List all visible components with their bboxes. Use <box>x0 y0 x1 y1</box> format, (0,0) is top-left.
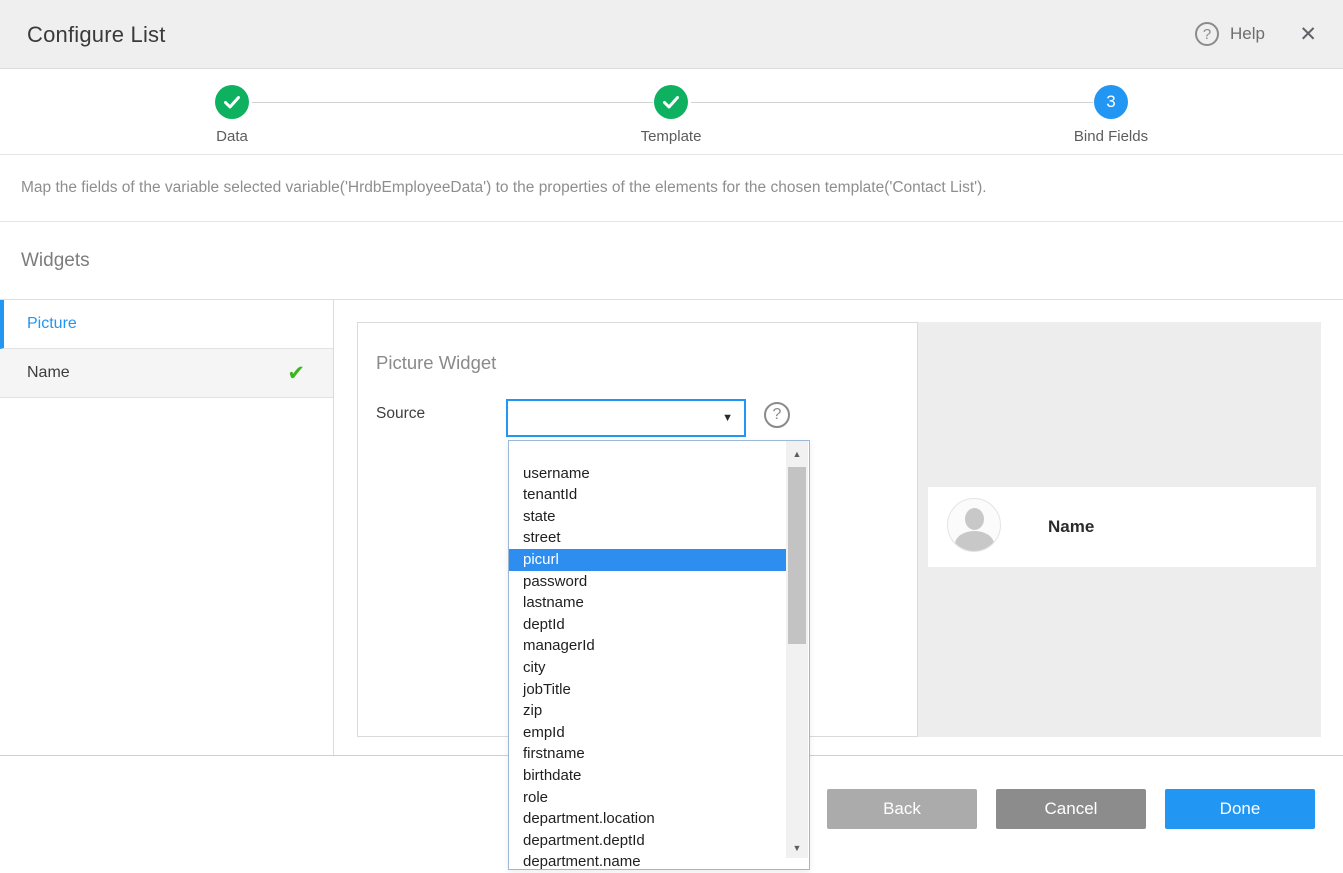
dropdown-options: username tenantId state street picurl pa… <box>509 441 788 873</box>
help-button[interactable]: ? Help <box>1195 22 1265 46</box>
step-done-icon <box>654 85 688 119</box>
template-preview: Name <box>918 322 1321 737</box>
help-label: Help <box>1230 24 1265 44</box>
dropdown-option[interactable]: picurl <box>509 549 788 571</box>
dropdown-option[interactable]: empId <box>509 722 788 744</box>
source-label: Source <box>376 405 425 423</box>
question-icon: ? <box>773 406 782 424</box>
dropdown-option[interactable]: street <box>509 527 788 549</box>
close-icon[interactable]: ✕ <box>1299 24 1317 45</box>
dropdown-scrollbar[interactable]: ▲ ▼ <box>786 441 808 858</box>
scroll-down-icon[interactable]: ▼ <box>786 839 808 856</box>
sidebar-item-picture[interactable]: Picture <box>0 300 333 349</box>
check-icon <box>663 96 679 109</box>
bound-check-icon: ✔ <box>287 361 305 386</box>
dropdown-option[interactable]: firstname <box>509 743 788 765</box>
scrollbar-thumb[interactable] <box>788 467 806 644</box>
description-text: Map the fields of the variable selected … <box>21 179 987 197</box>
source-select[interactable]: ▼ <box>506 399 746 437</box>
back-button[interactable]: Back <box>827 789 977 829</box>
dropdown-option[interactable] <box>509 441 788 463</box>
dropdown-option[interactable]: birthdate <box>509 765 788 787</box>
cancel-button[interactable]: Cancel <box>996 789 1146 829</box>
dropdown-option[interactable]: department.location <box>509 808 788 830</box>
avatar-head-shape <box>965 508 984 530</box>
step-bind-fields[interactable]: 3 Bind Fields <box>1041 85 1181 145</box>
source-help-button[interactable]: ? <box>764 402 790 428</box>
scroll-up-icon[interactable]: ▲ <box>786 445 808 462</box>
avatar-placeholder-icon <box>947 498 1001 552</box>
preview-name-label: Name <box>1048 517 1094 537</box>
avatar-body-shape <box>955 531 994 552</box>
dropdown-option[interactable]: zip <box>509 700 788 722</box>
dropdown-option[interactable]: city <box>509 657 788 679</box>
page-title: Configure List <box>27 22 166 48</box>
dropdown-option[interactable]: state <box>509 506 788 528</box>
contact-card-preview: Name <box>928 487 1316 567</box>
dropdown-option[interactable]: username <box>509 463 788 485</box>
sidebar-item-name[interactable]: Name ✔ <box>0 349 333 398</box>
dialog-header: Configure List ? Help ✕ <box>0 0 1343 69</box>
help-icon: ? <box>1195 22 1219 46</box>
done-button[interactable]: Done <box>1165 789 1315 829</box>
dropdown-option[interactable]: lastname <box>509 592 788 614</box>
widgets-heading-row: Widgets <box>0 222 1343 300</box>
step-number-badge: 3 <box>1094 85 1128 119</box>
stepper-connector-1 <box>252 102 653 103</box>
stepper: Data Template 3 Bind Fields <box>0 69 1343 155</box>
source-dropdown-list: username tenantId state street picurl pa… <box>508 440 810 870</box>
dropdown-arrow-icon: ▼ <box>722 412 733 424</box>
step-template[interactable]: Template <box>601 85 741 145</box>
step-label: Template <box>601 128 741 145</box>
check-icon <box>224 96 240 109</box>
dropdown-option[interactable]: jobTitle <box>509 679 788 701</box>
stepper-connector-2 <box>691 102 1093 103</box>
widgets-heading: Widgets <box>21 250 90 272</box>
dropdown-option[interactable]: password <box>509 571 788 593</box>
sidebar-item-label: Name <box>27 364 70 382</box>
dropdown-option[interactable]: role <box>509 787 788 809</box>
step-label: Data <box>162 128 302 145</box>
dropdown-option[interactable]: department.name <box>509 851 788 873</box>
panel-title: Picture Widget <box>376 352 496 374</box>
dropdown-option[interactable]: department.deptId <box>509 830 788 852</box>
step-data[interactable]: Data <box>162 85 302 145</box>
dropdown-option[interactable]: tenantId <box>509 484 788 506</box>
widgets-sidebar: Picture Name ✔ <box>0 300 334 755</box>
dropdown-option[interactable]: deptId <box>509 614 788 636</box>
description-row: Map the fields of the variable selected … <box>0 155 1343 222</box>
step-label: Bind Fields <box>1041 128 1181 145</box>
dropdown-option[interactable]: managerId <box>509 635 788 657</box>
sidebar-item-label: Picture <box>27 315 77 333</box>
step-done-icon <box>215 85 249 119</box>
